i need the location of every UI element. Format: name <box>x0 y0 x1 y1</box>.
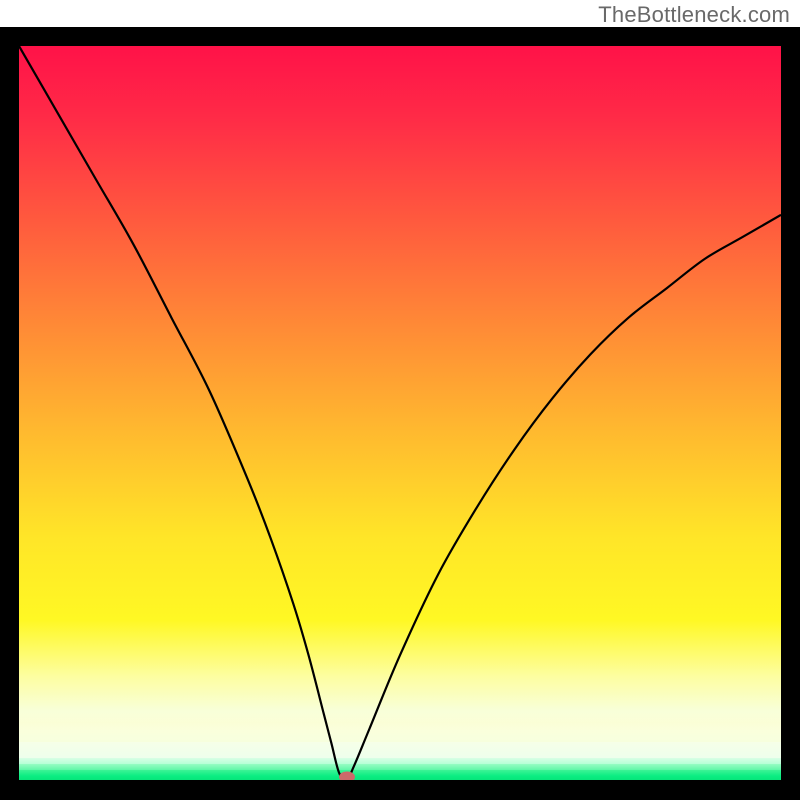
chart-border-bottom <box>0 780 800 800</box>
optimal-point-marker <box>339 772 355 781</box>
chart-border-top <box>0 27 800 46</box>
bottleneck-curve-svg <box>19 46 781 780</box>
bottleneck-curve-path <box>19 46 781 780</box>
plot-area <box>19 46 781 780</box>
chart-border-left <box>0 27 19 800</box>
chart-border-right <box>781 27 800 800</box>
chart-frame: TheBottleneck.com <box>0 0 800 800</box>
watermark-text: TheBottleneck.com <box>598 2 790 28</box>
